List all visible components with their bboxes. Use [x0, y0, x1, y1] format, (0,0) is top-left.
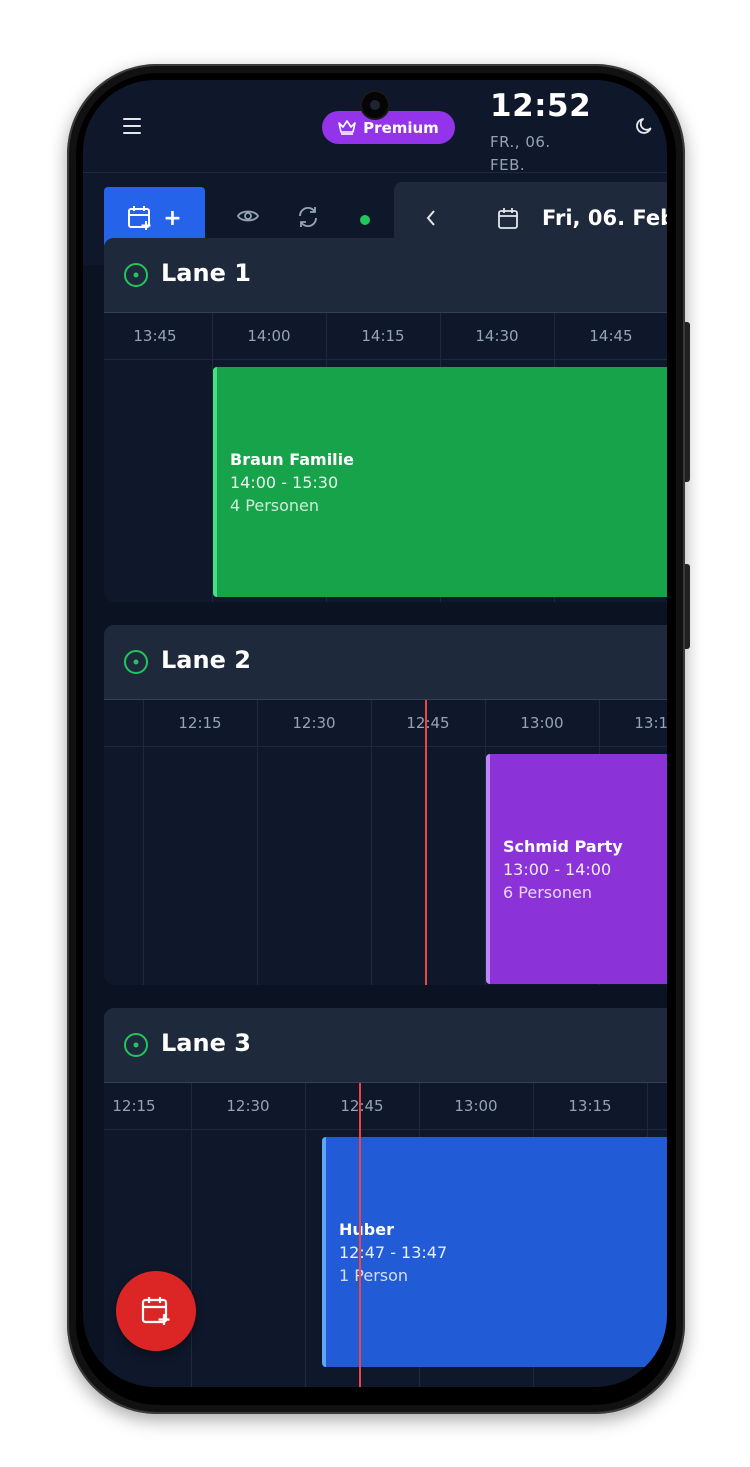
lane-name: Lane 2	[161, 646, 251, 674]
time-axis: 0 12:15 12:30 12:45 13:00 13:15	[104, 700, 667, 747]
tick-label: 14:30	[475, 327, 519, 345]
tick-label: 0	[104, 714, 120, 732]
gridline	[305, 1083, 306, 1387]
tick-label: 12:30	[226, 1097, 270, 1115]
app-screen: Premium 12:52 FR., 06. FEB. + Fri, 06. F…	[83, 80, 667, 1387]
tick-label: 12:15	[112, 1097, 156, 1115]
tick-label: 14:00	[247, 327, 291, 345]
lane-status-icon	[124, 263, 148, 287]
tick-label: 12:45	[340, 1097, 384, 1115]
volume-button	[685, 322, 690, 482]
live-status-dot	[360, 215, 370, 225]
app-header: Premium 12:52 FR., 06. FEB.	[83, 80, 667, 174]
booking-card[interactable]: Schmid Party 13:00 - 14:00 6 Personen	[486, 754, 667, 984]
dark-mode-icon[interactable]	[635, 116, 655, 136]
tick-label: 12:45	[406, 714, 450, 732]
booking-accent	[322, 1137, 326, 1367]
current-time-line	[359, 1083, 361, 1387]
booking-card[interactable]: Braun Familie 14:00 - 15:30 4 Personen	[213, 367, 667, 597]
tick-label: 12:15	[178, 714, 222, 732]
current-date[interactable]: Fri, 06. Feb 2	[542, 206, 667, 230]
new-booking-fab[interactable]	[116, 1271, 196, 1351]
booking-persons: 6 Personen	[503, 883, 593, 902]
tick-label: 13:00	[454, 1097, 498, 1115]
time-axis: 13:45 14:00 14:15 14:30 14:45	[104, 313, 667, 360]
gridline	[143, 700, 144, 985]
booking-name: Braun Familie	[230, 450, 354, 469]
crown-icon	[338, 120, 356, 135]
lane-status-icon	[124, 650, 148, 674]
lane-header: Lane 2	[104, 625, 667, 700]
chevron-left-icon[interactable]	[425, 209, 437, 227]
gridline	[257, 700, 258, 985]
lane-header: Lane 3	[104, 1008, 667, 1083]
booking-persons: 4 Personen	[230, 496, 320, 515]
lane-header: Lane 1	[104, 238, 667, 313]
lane-name: Lane 1	[161, 259, 251, 287]
tick-label: 14:45	[589, 327, 633, 345]
calendar-plus-icon	[128, 206, 151, 230]
premium-label: Premium	[363, 118, 439, 137]
booking-time: 14:00 - 15:30	[230, 473, 339, 492]
clock-time: 12:52	[490, 88, 592, 124]
booking-accent	[486, 754, 490, 984]
booking-name: Huber	[339, 1220, 394, 1239]
front-camera	[362, 92, 388, 118]
tick-label: 13:00	[520, 714, 564, 732]
time-axis: 12:15 12:30 12:45 13:00 13:15	[104, 1083, 667, 1130]
tick-label: 13:15	[634, 714, 667, 732]
gridline	[191, 1083, 192, 1387]
gridline	[371, 700, 372, 985]
tick-label: 13:15	[568, 1097, 612, 1115]
clock-date-line1: FR., 06.	[490, 133, 551, 151]
lane-name: Lane 3	[161, 1029, 251, 1057]
calendar-plus-icon	[141, 1297, 170, 1325]
lane-2: Lane 2 0 12:15 12:30 12:45 13:00 13:15 S…	[104, 625, 667, 985]
booking-name: Schmid Party	[503, 837, 623, 856]
menu-icon[interactable]	[123, 118, 141, 134]
premium-badge[interactable]: Premium	[322, 111, 455, 144]
booking-time: 13:00 - 14:00	[503, 860, 612, 879]
clock-date: FR., 06. FEB.	[490, 131, 574, 177]
calendar-icon[interactable]	[498, 208, 518, 229]
power-button	[685, 564, 690, 649]
eye-icon[interactable]	[237, 208, 259, 224]
booking-accent	[213, 367, 217, 597]
lane-1: Lane 1 13:45 14:00 14:15 14:30 14:45 Bra…	[104, 238, 667, 602]
booking-card[interactable]: Huber 12:47 - 13:47 1 Person	[322, 1137, 667, 1367]
booking-persons: 1 Person	[339, 1266, 409, 1285]
tick-label: 14:15	[361, 327, 405, 345]
lane-status-icon	[124, 1033, 148, 1057]
refresh-icon[interactable]	[297, 206, 319, 228]
booking-time: 12:47 - 13:47	[339, 1243, 448, 1262]
add-booking-label: +	[163, 205, 182, 231]
current-time-line	[425, 700, 427, 985]
tick-label: 13:45	[133, 327, 177, 345]
tick-label: 12:30	[292, 714, 336, 732]
